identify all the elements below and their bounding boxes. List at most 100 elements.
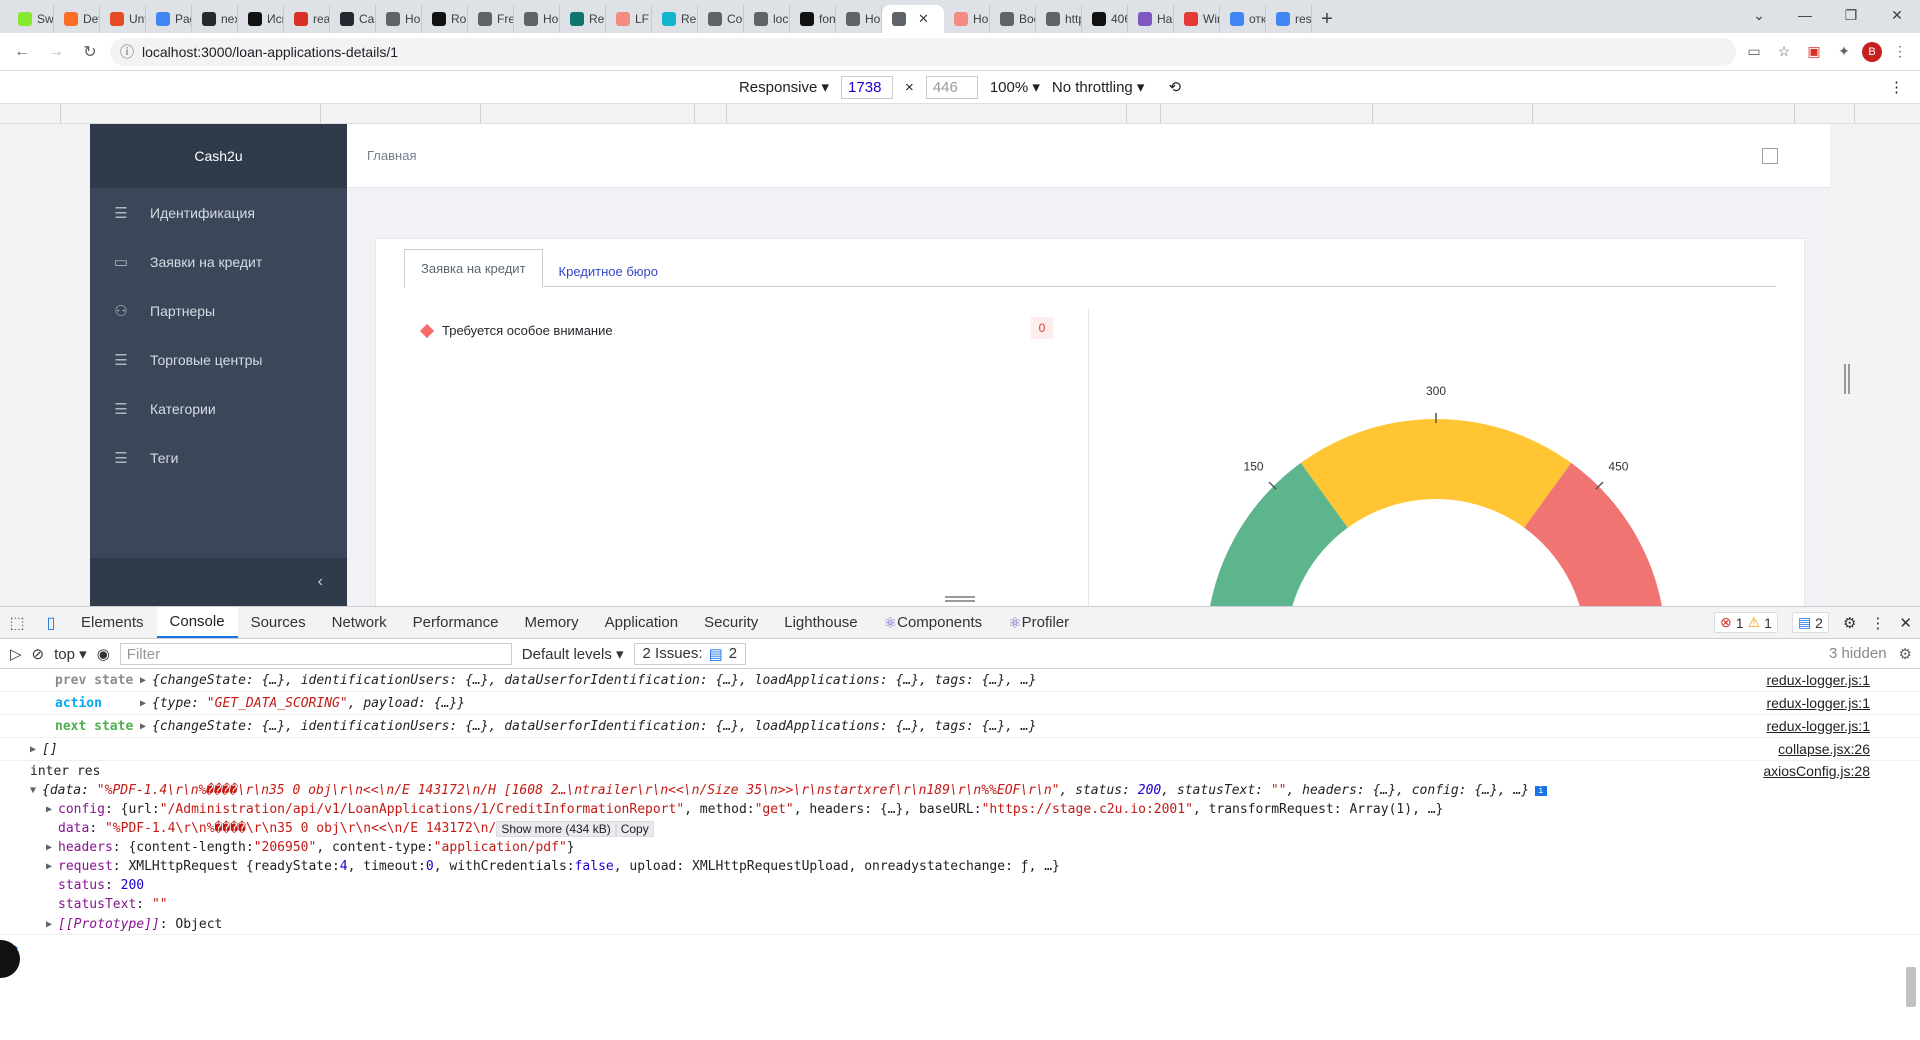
url-field[interactable]: ⓘ localhost:3000/loan-applications-detai… xyxy=(110,37,1736,66)
browser-tab[interactable]: loc xyxy=(744,5,790,33)
browser-tab[interactable]: отк xyxy=(1220,5,1266,33)
device-toggle-icon[interactable]: ▯ xyxy=(34,613,68,633)
sidebar-item[interactable]: ☰ Теги xyxy=(90,433,347,482)
expand-caret-icon[interactable]: ▶ xyxy=(140,698,152,709)
browser-tab[interactable]: LF xyxy=(606,5,652,33)
height-input[interactable]: 446 xyxy=(925,75,978,99)
info-icon[interactable]: ⓘ xyxy=(120,42,134,62)
scrollbar-thumb[interactable] xyxy=(1906,967,1916,1007)
expand-caret-icon[interactable]: ▶ xyxy=(30,744,42,755)
sidebar-collapse-button[interactable]: ‹ xyxy=(90,558,347,606)
browser-tab[interactable]: fon xyxy=(790,5,836,33)
viewport-resize-handle-right[interactable] xyxy=(1844,364,1850,394)
source-link[interactable]: axiosConfig.js:28 xyxy=(1763,763,1870,779)
cast-icon[interactable]: ▭ xyxy=(1742,40,1766,64)
devtools-tab[interactable]: Memory xyxy=(512,607,592,638)
browser-menu-icon[interactable]: ⋮ xyxy=(1888,40,1912,64)
expand-caret-icon[interactable]: ▶ xyxy=(140,675,152,686)
expand-caret-icon[interactable]: ▶ xyxy=(46,804,58,815)
console-scrollbar[interactable] xyxy=(1906,671,1916,1011)
devtools-tab[interactable]: Console xyxy=(156,607,238,638)
clear-console-icon[interactable]: ⊘ xyxy=(32,645,45,663)
devtools-tab[interactable]: Security xyxy=(691,607,771,638)
context-select[interactable]: top ▾ xyxy=(54,645,87,663)
devtools-tab[interactable]: ⚛ Profiler xyxy=(995,607,1082,638)
console-settings-gear-icon[interactable]: ⚙ xyxy=(1899,645,1912,663)
rotate-icon[interactable]: ⟲ xyxy=(1168,78,1181,96)
browser-tab[interactable]: Har xyxy=(1128,5,1174,33)
browser-tab[interactable]: 406 xyxy=(1082,5,1128,33)
close-tab-icon[interactable]: ✕ xyxy=(918,11,929,27)
devtools-tab[interactable]: Sources xyxy=(238,607,319,638)
inspect-element-icon[interactable]: ⬚ xyxy=(0,613,34,633)
expand-caret-icon[interactable]: ▶ xyxy=(46,842,58,853)
new-tab-button[interactable]: + xyxy=(1312,5,1342,33)
brand-logo[interactable]: Cash2u xyxy=(90,124,347,188)
settings-gear-icon[interactable]: ⚙ xyxy=(1843,614,1856,632)
show-more-button[interactable]: Show more (434 kB) xyxy=(496,820,616,837)
devtools-tab[interactable]: Lighthouse xyxy=(771,607,870,638)
browser-tab[interactable]: Иси xyxy=(238,5,284,33)
source-link[interactable]: redux-logger.js:1 xyxy=(1766,718,1870,734)
source-link[interactable]: redux-logger.js:1 xyxy=(1766,672,1870,688)
browser-tab[interactable]: Swa xyxy=(8,5,54,33)
extensions-puzzle-icon[interactable]: ✦ xyxy=(1832,40,1856,64)
device-select[interactable]: Responsive ▾ xyxy=(739,78,829,96)
sidebar-item[interactable]: ▭ Заявки на кредит xyxy=(90,237,347,286)
tab-search-icon[interactable]: ⌄ xyxy=(1736,0,1782,30)
expand-caret-icon[interactable]: ▶ xyxy=(140,721,152,732)
browser-tab[interactable]: http xyxy=(1036,5,1082,33)
browser-tab[interactable]: Cas xyxy=(330,5,376,33)
throttling-select[interactable]: No throttling ▾ xyxy=(1052,78,1145,96)
console-filter-input[interactable]: Filter xyxy=(119,642,512,665)
issues-counter[interactable]: ▤ 2 xyxy=(1791,612,1829,633)
copy-button[interactable]: Copy xyxy=(615,820,654,837)
log-levels-select[interactable]: Default levels ▾ xyxy=(522,645,624,663)
browser-tab[interactable]: Ho xyxy=(514,5,560,33)
viewport-resize-handle-bottom[interactable] xyxy=(945,596,975,602)
profile-avatar[interactable]: B xyxy=(1862,41,1882,62)
browser-tab[interactable]: Wir xyxy=(1174,5,1220,33)
pdf-extension-icon[interactable]: ▣ xyxy=(1802,40,1826,64)
forward-icon[interactable]: → xyxy=(42,38,70,66)
close-window-button[interactable]: ✕ xyxy=(1874,0,1920,30)
expand-caret-icon[interactable]: ▶ xyxy=(46,919,58,930)
source-link[interactable]: redux-logger.js:1 xyxy=(1766,695,1870,711)
browser-tab[interactable]: Fre xyxy=(468,5,514,33)
browser-tab[interactable]: Dev xyxy=(54,5,100,33)
source-link[interactable]: collapse.jsx:26 xyxy=(1778,741,1870,757)
live-expression-eye-icon[interactable]: ◉ xyxy=(97,645,110,663)
browser-tab[interactable]: Reb xyxy=(652,5,698,33)
browser-tab[interactable]: Cor xyxy=(698,5,744,33)
sidebar-item[interactable]: ☰ Торговые центры xyxy=(90,335,347,384)
width-input[interactable]: 1738 xyxy=(841,75,894,99)
object-summary[interactable]: {data: "%PDF-1.4\r\n%����\r\n35 0 obj\r\… xyxy=(42,783,1529,798)
issues-button[interactable]: 2 Issues: ▤ 2 xyxy=(633,642,747,665)
browser-tab[interactable]: resp xyxy=(1266,5,1312,33)
expand-caret-icon[interactable]: ▶ xyxy=(46,861,58,872)
browser-tab[interactable]: Ho xyxy=(944,5,990,33)
sidebar-item[interactable]: ☰ Идентификация xyxy=(90,188,347,237)
sidebar-item[interactable]: ⚇ Партнеры xyxy=(90,286,347,335)
media-query-ruler[interactable] xyxy=(0,104,1920,124)
devtools-tab[interactable]: ⚛ Components xyxy=(871,607,996,638)
browser-tab[interactable]: nex xyxy=(192,5,238,33)
tab-loan-application[interactable]: Заявка на кредит xyxy=(404,249,543,288)
browser-tab[interactable]: Ho xyxy=(376,5,422,33)
browser-tab[interactable]: Unt xyxy=(100,5,146,33)
array-value[interactable]: [] xyxy=(42,742,58,757)
browser-tab[interactable]: Pag xyxy=(146,5,192,33)
devtools-tab[interactable]: Network xyxy=(319,607,400,638)
collapse-caret-icon[interactable]: ▼ xyxy=(30,785,42,796)
reload-icon[interactable]: ↻ xyxy=(76,38,104,66)
breadcrumb[interactable]: Главная xyxy=(367,148,416,163)
next-state-value[interactable]: {changeState: {…}, identificationUsers: … xyxy=(152,719,1036,734)
errors-warnings-counter[interactable]: ⊗ 1 ⚠ 1 xyxy=(1714,612,1778,633)
browser-tab[interactable]: rea xyxy=(284,5,330,33)
prev-state-value[interactable]: {changeState: {…}, identificationUsers: … xyxy=(152,673,1036,688)
devtools-tab[interactable]: Application xyxy=(592,607,691,638)
browser-tab[interactable]: ✕ xyxy=(882,5,944,33)
restore-button[interactable]: ❐ xyxy=(1828,0,1874,30)
close-devtools-icon[interactable]: ✕ xyxy=(1899,614,1912,632)
devtools-tab[interactable]: Performance xyxy=(400,607,512,638)
